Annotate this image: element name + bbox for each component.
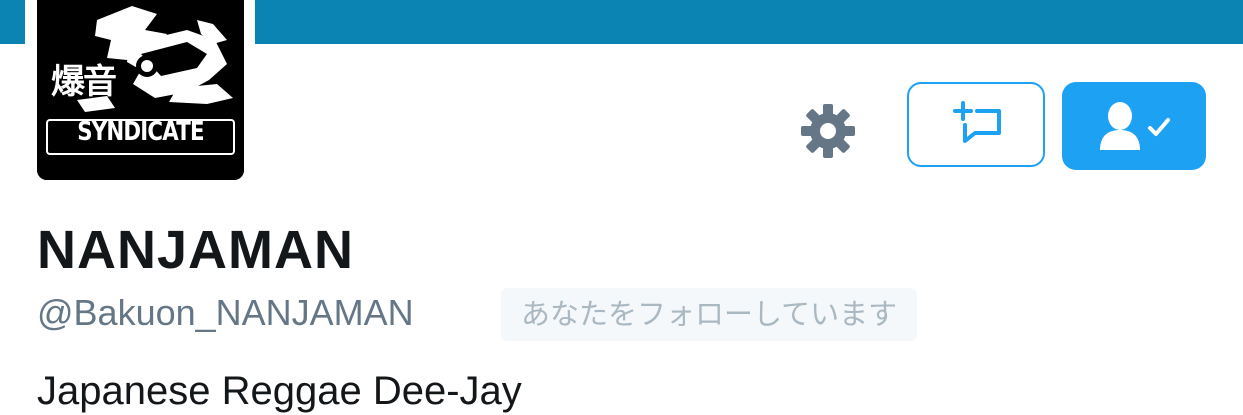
avatar-kanji-text: 爆音	[51, 62, 117, 102]
direct-message-button[interactable]	[907, 82, 1045, 167]
direct-message-icon	[953, 101, 1001, 143]
gear-icon[interactable]	[799, 102, 857, 160]
display-name: NANJAMAN	[37, 220, 354, 280]
following-button[interactable]	[1062, 82, 1206, 170]
profile-bio: Japanese Reggae Dee-Jay	[37, 369, 522, 413]
person-check-icon	[1100, 102, 1170, 150]
profile-handle[interactable]: @Bakuon_NANJAMAN	[37, 291, 414, 335]
avatar[interactable]: 爆音 SYNDICATE	[37, 0, 244, 180]
follows-you-badge: あなたをフォローしています	[501, 288, 918, 341]
avatar-wordmark-text: SYNDICATE	[77, 117, 204, 147]
profile-page: 爆音 SYNDICATE NANJAMAN @Bakuon_NANJAMAN あ…	[0, 0, 1243, 415]
